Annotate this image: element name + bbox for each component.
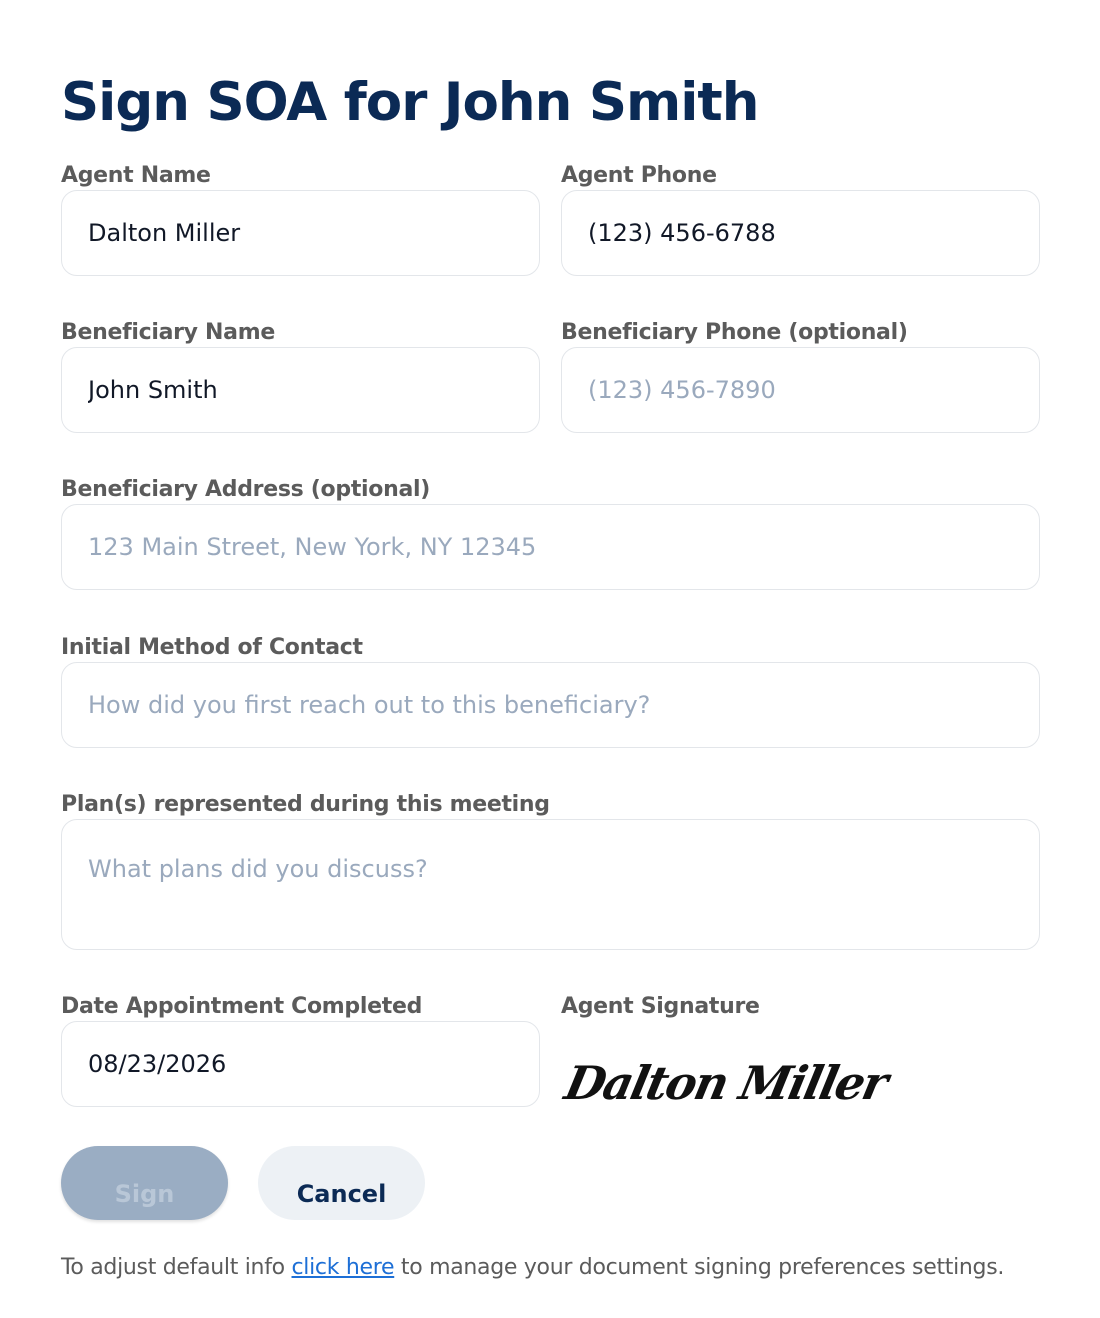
agent-signature-label: Agent Signature	[561, 994, 760, 1019]
beneficiary-name-field: Beneficiary Name	[61, 319, 540, 433]
plans-textarea[interactable]	[61, 819, 1040, 950]
beneficiary-name-input[interactable]	[61, 347, 540, 433]
footnote-text-before: To adjust default info	[61, 1255, 292, 1280]
initial-contact-label: Initial Method of Contact	[61, 635, 363, 660]
agent-phone-field: Agent Phone	[561, 162, 1040, 276]
beneficiary-phone-input[interactable]	[561, 347, 1040, 433]
beneficiary-phone-field: Beneficiary Phone (optional)	[561, 319, 1040, 433]
preferences-link[interactable]: click here	[292, 1255, 395, 1280]
plans-field: Plan(s) represented during this meeting	[61, 791, 1040, 950]
agent-signature: Dalton Miller	[560, 1056, 892, 1110]
footnote-text-after: to manage your document signing preferen…	[394, 1255, 1005, 1280]
agent-name-field: Agent Name	[61, 162, 540, 276]
sign-button[interactable]: Sign	[61, 1146, 228, 1220]
initial-contact-field: Initial Method of Contact	[61, 634, 1040, 748]
page-title: Sign SOA for John Smith	[61, 72, 759, 133]
beneficiary-address-label: Beneficiary Address (optional)	[61, 477, 430, 502]
beneficiary-name-label: Beneficiary Name	[61, 320, 275, 345]
plans-label: Plan(s) represented during this meeting	[61, 792, 550, 817]
date-completed-label: Date Appointment Completed	[61, 994, 423, 1019]
beneficiary-address-input[interactable]	[61, 504, 1040, 590]
agent-phone-input[interactable]	[561, 190, 1040, 276]
agent-name-input[interactable]	[61, 190, 540, 276]
agent-name-label: Agent Name	[61, 163, 211, 188]
beneficiary-phone-label: Beneficiary Phone (optional)	[561, 320, 908, 345]
beneficiary-address-field: Beneficiary Address (optional)	[61, 476, 1040, 590]
date-completed-input[interactable]	[61, 1021, 540, 1107]
agent-signature-field: Agent Signature	[561, 993, 1040, 1021]
date-completed-field: Date Appointment Completed	[61, 993, 540, 1107]
agent-phone-label: Agent Phone	[561, 163, 717, 188]
cancel-button[interactable]: Cancel	[258, 1146, 425, 1220]
preferences-footnote: To adjust default info click here to man…	[61, 1255, 1004, 1280]
initial-contact-input[interactable]	[61, 662, 1040, 748]
